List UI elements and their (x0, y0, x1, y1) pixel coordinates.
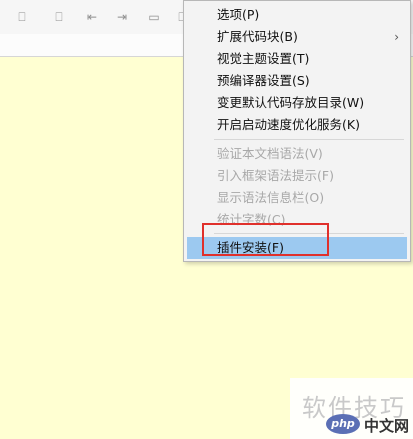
site-name: 中文网 (364, 417, 410, 435)
menu-item-visual-theme[interactable]: 视觉主题设置(T) (187, 48, 407, 70)
menu-item-label: 开启启动速度优化服务(K) (217, 117, 360, 132)
menu-item-extend-code-block[interactable]: 扩展代码块(B) › (187, 26, 407, 48)
menu-item-label: 变更默认代码存放目录(W) (217, 95, 365, 110)
menu-item-startup-optimization[interactable]: 开启启动速度优化服务(K) (187, 114, 407, 136)
comment-icon[interactable]: ▭ (146, 9, 162, 25)
menu-item-default-code-dir[interactable]: 变更默认代码存放目录(W) (187, 92, 407, 114)
menu-item-label: 引入框架语法提示(F) (217, 168, 334, 183)
menu-item-label: 视觉主题设置(T) (217, 51, 310, 66)
menu-item-validate-syntax: 验证本文档语法(V) (187, 143, 407, 165)
menu-item-precompiler[interactable]: 预编译器设置(S) (187, 70, 407, 92)
menu-item-framework-hints: 引入框架语法提示(F) (187, 165, 407, 187)
indent-left-icon[interactable]: ⇤ (84, 9, 100, 25)
menu-item-syntax-info-bar: 显示语法信息栏(O) (187, 187, 407, 209)
menu-item-label: 预编译器设置(S) (217, 73, 310, 88)
php-logo: php (326, 414, 360, 434)
indent-right-icon[interactable]: ⇥ (114, 9, 130, 25)
menu-item-label: 显示语法信息栏(O) (217, 190, 325, 205)
open-file-icon[interactable]: ⎕ (51, 9, 67, 25)
menu-item-label: 扩展代码块(B) (217, 29, 298, 44)
menu-item-label: 验证本文档语法(V) (217, 146, 323, 161)
highlight-annotation (202, 223, 329, 256)
menu-item-label: 选项(P) (217, 7, 260, 22)
new-file-icon[interactable]: ⎕ (14, 9, 30, 25)
menu-separator (214, 139, 404, 140)
menu-item-options[interactable]: 选项(P) (187, 4, 407, 26)
submenu-arrow-icon: › (394, 30, 399, 44)
